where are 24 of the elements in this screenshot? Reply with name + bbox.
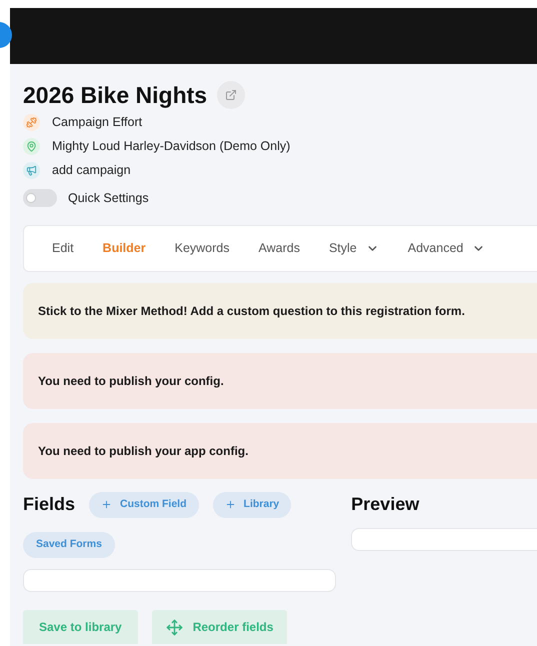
notice-text: You need to publish your app config. (38, 443, 248, 460)
notice-text: You need to publish your config. (38, 373, 224, 390)
preview-heading: Preview (351, 493, 420, 516)
fields-heading: Fields (23, 493, 76, 516)
external-link-icon (225, 89, 238, 101)
open-link-button[interactable] (217, 81, 246, 109)
quick-settings-toggle[interactable] (23, 189, 57, 207)
tab[interactable]: Advanced (408, 239, 486, 258)
plus-icon (224, 499, 236, 510)
tab[interactable]: Keywords (174, 239, 230, 258)
meta-text: Mighty Loud Harley-Davidson (Demo Only) (52, 138, 290, 155)
page-title: 2026 Bike Nights (23, 81, 208, 110)
notice-text: Stick to the Mixer Method! Add a custom question to this registration form. (38, 303, 465, 320)
tab[interactable]: Style (328, 239, 379, 258)
dumbbell-icon (23, 114, 40, 130)
meta-text: Campaign Effort (52, 114, 142, 131)
map-pin-icon (23, 138, 40, 154)
meta-text[interactable]: add campaign (52, 160, 131, 180)
tab[interactable]: Awards (258, 239, 300, 258)
move-icon (166, 618, 183, 636)
megaphone-icon (23, 162, 40, 178)
plus-icon (101, 499, 112, 510)
toggle-label: Quick Settings (68, 190, 149, 207)
tab[interactable]: Edit (52, 239, 74, 258)
